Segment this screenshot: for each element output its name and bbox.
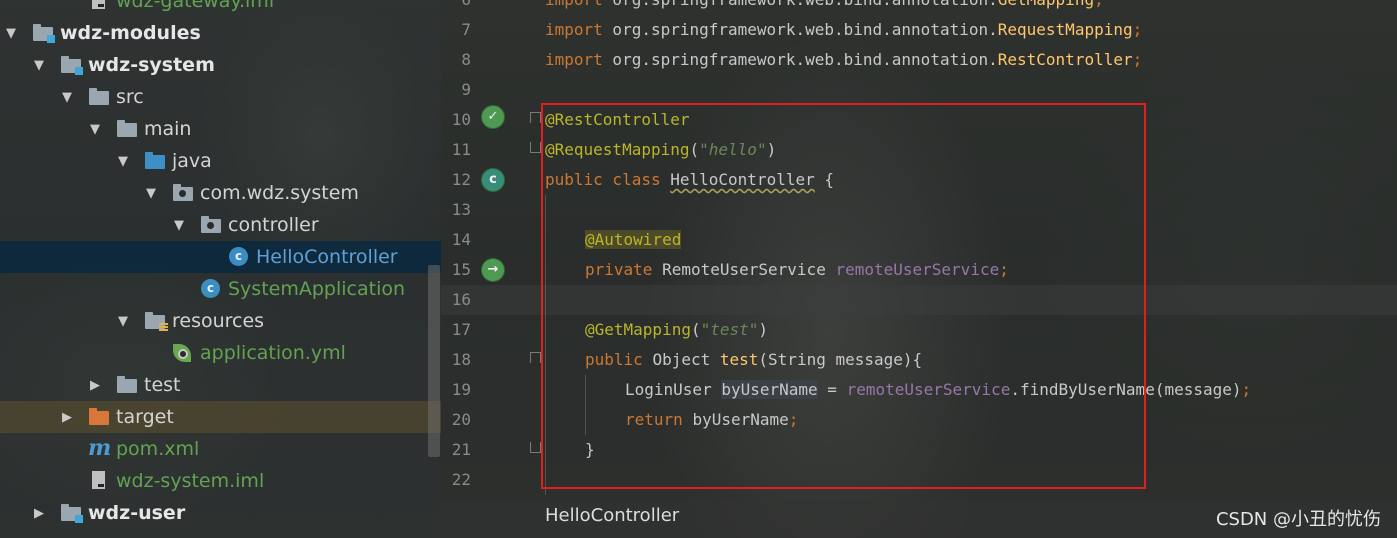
module-folder-icon — [60, 503, 83, 523]
folder-icon — [116, 375, 138, 395]
code-line-6: import org.springframework.web.bind.anno… — [545, 0, 1104, 15]
tree-item-label: test — [144, 374, 181, 396]
tree-item-label: com.wdz.system — [200, 182, 359, 204]
tree-item-resources[interactable]: ▼ resources — [0, 305, 441, 337]
tree-item-label: src — [116, 86, 144, 108]
fold-marker-icon[interactable] — [530, 352, 541, 363]
spring-config-icon — [172, 343, 194, 363]
line-number: 7 — [461, 20, 471, 39]
project-panel: wdz-gateway.iml ▼ wdz-modules ▼ wdz-syst… — [0, 0, 441, 538]
line-number: 19 — [451, 380, 471, 399]
resources-folder-icon — [144, 311, 168, 332]
code-line-7: import org.springframework.web.bind.anno… — [545, 20, 1143, 39]
tree-item-label: application.yml — [200, 342, 346, 364]
line-number: 6 — [441, 0, 471, 15]
line-number: 14 — [451, 230, 471, 249]
tree-item-label: pom.xml — [116, 438, 200, 460]
module-folder-icon — [32, 23, 55, 43]
package-icon — [172, 183, 194, 203]
tree-item-com-wdz-system[interactable]: ▼ com.wdz.system — [0, 177, 441, 209]
chevron-down-icon[interactable]: ▼ — [144, 186, 158, 201]
line-number: 18 — [451, 350, 471, 369]
tree-item-main[interactable]: ▼ main — [0, 113, 441, 145]
autowired-navigate-gutter-icon[interactable]: → — [481, 258, 505, 282]
folder-icon — [88, 87, 110, 107]
chevron-right-icon[interactable]: ▶ — [60, 410, 74, 425]
chevron-down-icon[interactable]: ▼ — [32, 58, 46, 73]
line-number: 15 — [451, 260, 471, 279]
spring-bean-gutter-icon[interactable]: ✓ — [481, 105, 505, 129]
line-number: 12 — [451, 170, 471, 189]
tree-item-test[interactable]: ▶ test — [0, 369, 441, 401]
package-icon — [200, 215, 222, 235]
tree-item-label: SystemApplication — [228, 278, 406, 300]
tree-item-wdz-system-iml[interactable]: wdz-system.iml — [0, 465, 441, 497]
folder-icon — [116, 119, 138, 139]
module-folder-icon — [60, 55, 83, 75]
fold-marker-icon[interactable] — [530, 112, 541, 123]
project-scrollbar[interactable] — [428, 265, 440, 457]
line-number: 20 — [451, 410, 471, 429]
breadcrumb[interactable]: HelloController — [545, 505, 679, 526]
tree-item-label: target — [116, 406, 174, 428]
tree-item-wdz-gateway-iml[interactable]: wdz-gateway.iml — [0, 0, 441, 17]
line-number: 16 — [451, 290, 471, 309]
tree-item-hellocontroller[interactable]: c HelloController — [0, 241, 441, 273]
tree-item-label: resources — [172, 310, 265, 332]
tree-item-label: wdz-user — [88, 502, 186, 524]
tree-item-label: wdz-modules — [60, 22, 201, 44]
chevron-down-icon[interactable]: ▼ — [88, 122, 102, 137]
highlight-box — [541, 103, 1146, 489]
tree-item-application-yml[interactable]: application.yml — [0, 337, 441, 369]
fold-marker-icon[interactable] — [530, 442, 541, 453]
line-number: 8 — [461, 50, 471, 69]
spring-boot-class-icon: c — [200, 279, 222, 299]
tree-item-label: HelloController — [256, 246, 398, 268]
tree-item-controller[interactable]: ▼ controller — [0, 209, 441, 241]
chevron-right-icon[interactable]: ▶ — [32, 506, 46, 521]
iml-file-icon — [88, 471, 110, 491]
tree-item-wdz-user[interactable]: ▶ wdz-user — [0, 497, 441, 529]
tree-item-systemapplication[interactable]: c SystemApplication — [0, 273, 441, 305]
chevron-down-icon[interactable]: ▼ — [4, 26, 18, 41]
tree-item-label: wdz-system — [88, 54, 215, 76]
tree-item-wdz-modules[interactable]: ▼ wdz-modules — [0, 17, 441, 49]
line-number: 17 — [451, 320, 471, 339]
tree-item-label: java — [172, 150, 212, 172]
spring-class-gutter-icon[interactable]: c — [481, 168, 505, 192]
class-icon: c — [228, 247, 250, 267]
tree-item-pom-xml[interactable]: m pom.xml — [0, 433, 441, 465]
chevron-down-icon[interactable]: ▼ — [116, 154, 130, 169]
tree-item-label: main — [144, 118, 192, 140]
excluded-folder-icon — [88, 407, 110, 427]
line-number: 22 — [451, 470, 471, 489]
line-number: 21 — [451, 440, 471, 459]
line-number: 10 — [451, 110, 471, 129]
line-number: 9 — [461, 80, 471, 99]
chevron-right-icon[interactable]: ▶ — [88, 378, 102, 393]
line-number: 11 — [451, 140, 471, 159]
maven-icon: m — [88, 435, 112, 461]
line-number: 13 — [451, 200, 471, 219]
tree-item-java[interactable]: ▼ java — [0, 145, 441, 177]
tree-item-label: wdz-system.iml — [116, 470, 265, 492]
fold-marker-icon[interactable] — [530, 142, 541, 153]
tree-item-label: controller — [228, 214, 319, 236]
iml-file-icon — [88, 0, 110, 11]
tree-item-src[interactable]: ▼ src — [0, 81, 441, 113]
chevron-down-icon[interactable]: ▼ — [172, 218, 186, 233]
tree-item-label: wdz-gateway.iml — [116, 0, 275, 12]
chevron-down-icon[interactable]: ▼ — [60, 90, 74, 105]
source-folder-icon — [144, 151, 166, 171]
tree-item-target[interactable]: ▶ target — [0, 401, 441, 433]
watermark: CSDN @小丑的忧伤 — [1215, 509, 1381, 530]
code-line-8: import org.springframework.web.bind.anno… — [545, 50, 1143, 69]
tree-item-wdz-system[interactable]: ▼ wdz-system — [0, 49, 441, 81]
chevron-down-icon[interactable]: ▼ — [116, 314, 130, 329]
